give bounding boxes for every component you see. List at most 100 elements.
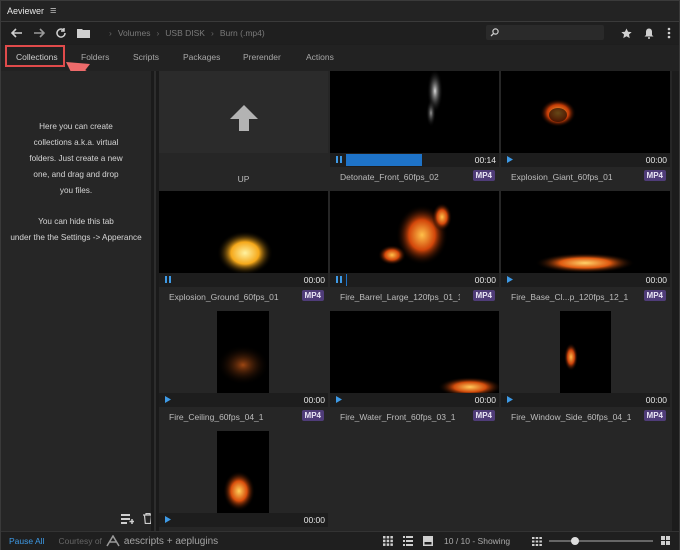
tab-packages[interactable]: Packages <box>183 52 220 62</box>
search-icon <box>490 28 499 37</box>
up-thumbnail <box>159 71 328 153</box>
playback-bar[interactable]: 00:00 <box>330 393 499 407</box>
help-line: one, and drag and drop <box>33 170 119 179</box>
video-thumbnail <box>330 311 499 393</box>
refresh-icon[interactable] <box>53 25 69 41</box>
video-thumbnail <box>159 311 328 393</box>
collections-sidebar: Here you can create collections a.k.a. v… <box>1 71 153 531</box>
media-tile[interactable]: 00:00 Explosion_Giant_60fps_01 MP4 <box>501 71 670 188</box>
tile-name: Fire_Water_Front_60fps_03_1 <box>340 412 456 422</box>
breadcrumb-item[interactable]: Volumes <box>118 28 151 38</box>
help-line: You can hide this tab <box>38 217 114 226</box>
format-badge: MP4 <box>643 170 666 181</box>
media-tile[interactable]: 00:14 Detonate_Front_60fps_02 MP4 <box>330 71 499 188</box>
format-badge: MP4 <box>643 290 666 301</box>
aescripts-logo-icon <box>106 535 120 547</box>
play-icon[interactable] <box>165 396 171 403</box>
tab-scripts[interactable]: Scripts <box>133 52 159 62</box>
media-tile[interactable]: 00:00 Fire_Water_Front_60fps_03_1 MP4 <box>330 311 499 428</box>
video-thumbnail <box>330 71 499 153</box>
back-arrow-icon[interactable] <box>9 25 25 41</box>
grid-large-view-icon[interactable] <box>383 536 393 546</box>
tile-name: Explosion_Giant_60fps_01 <box>511 172 613 182</box>
format-badge: MP4 <box>301 410 324 421</box>
progress-bar[interactable] <box>346 154 422 166</box>
media-tile[interactable]: 00:00 Fire_Ceiling_60fps_04_1 MP4 <box>159 311 328 428</box>
courtesy-label: Courtesy of <box>58 536 102 546</box>
thumbnail-size-icon <box>532 537 542 546</box>
play-icon[interactable] <box>165 516 171 523</box>
playback-bar[interactable]: 00:00 <box>501 393 670 407</box>
slider-knob[interactable] <box>571 537 579 545</box>
breadcrumb: › Volumes › USB DISK › Burn (.mp4) <box>109 28 265 38</box>
title-bar: Aeviewer ≡ <box>1 1 679 22</box>
media-tile[interactable]: 00:00 Fire_Window_Side_60fps_04_1 MP4 <box>501 311 670 428</box>
app-title: Aeviewer <box>7 6 45 16</box>
help-line: folders. Just create a new <box>29 154 123 163</box>
pause-all-button[interactable]: Pause All <box>9 536 44 546</box>
help-line <box>1 199 151 214</box>
media-tile[interactable]: 00:00 Explosion_Ground_60fps_01 MP4 <box>159 191 328 308</box>
pause-icon[interactable] <box>336 276 342 283</box>
playback-bar[interactable]: 00:14 <box>330 153 499 167</box>
playback-bar[interactable]: 00:00 <box>159 513 328 527</box>
toolbar: › Volumes › USB DISK › Burn (.mp4) <box>1 22 679 44</box>
forward-arrow-icon[interactable] <box>31 25 47 41</box>
breadcrumb-item[interactable]: Burn (.mp4) <box>220 28 265 38</box>
time-code: 00:00 <box>474 395 496 405</box>
status-bar: Pause All Courtesy of aescripts + aeplug… <box>1 531 679 550</box>
video-thumbnail <box>501 311 670 393</box>
progress-bar[interactable] <box>346 274 347 286</box>
play-icon[interactable] <box>507 276 513 283</box>
pause-icon[interactable] <box>165 276 171 283</box>
breadcrumb-item[interactable]: USB DISK <box>165 28 205 38</box>
play-icon[interactable] <box>507 396 513 403</box>
tab-actions[interactable]: Actions <box>306 52 334 62</box>
playback-bar[interactable]: 00:00 <box>330 273 499 287</box>
single-view-icon[interactable] <box>423 536 433 546</box>
time-code: 00:00 <box>645 155 667 165</box>
play-icon[interactable] <box>507 156 513 163</box>
up-tile[interactable]: UP <box>159 71 328 188</box>
video-thumbnail <box>159 431 328 513</box>
format-badge: MP4 <box>472 410 495 421</box>
video-thumbnail <box>159 191 328 273</box>
showing-count: 10 / 10 - Showing <box>444 536 511 546</box>
playback-bar[interactable]: 00:00 <box>159 273 328 287</box>
thumbnail-size-slider[interactable] <box>549 537 653 545</box>
media-tile[interactable]: 00:00 Fire_Barrel_Large_120fps_01_1 MP4 <box>330 191 499 308</box>
format-badge: MP4 <box>301 290 324 301</box>
format-badge: MP4 <box>472 170 495 181</box>
search-input[interactable] <box>486 25 604 40</box>
playback-bar[interactable]: 00:00 <box>501 273 670 287</box>
time-code: 00:00 <box>645 395 667 405</box>
media-tile[interactable]: 00:00 Fire_Base_Cl...p_120fps_12_1 MP4 <box>501 191 670 308</box>
large-thumbnail-icon <box>661 536 670 545</box>
help-line: you files. <box>59 186 93 195</box>
tab-prerender[interactable]: Prerender <box>243 52 281 62</box>
list-view-icon[interactable] <box>403 536 413 546</box>
playback-bar[interactable]: 00:00 <box>501 153 670 167</box>
more-options-icon[interactable] <box>661 25 677 41</box>
time-code: 00:00 <box>474 275 496 285</box>
time-code: 00:00 <box>303 275 325 285</box>
format-badge: MP4 <box>643 410 666 421</box>
tile-name: Fire_Ceiling_60fps_04_1 <box>169 412 264 422</box>
help-line: Here you can create <box>39 122 113 131</box>
hamburger-menu-icon[interactable]: ≡ <box>50 5 56 17</box>
panel-splitter[interactable] <box>151 71 159 531</box>
add-collection-icon[interactable] <box>121 513 135 526</box>
time-code: 00:14 <box>474 155 496 165</box>
star-icon[interactable] <box>618 25 634 41</box>
tile-name: Detonate_Front_60fps_02 <box>340 172 439 182</box>
pause-icon[interactable] <box>336 156 342 163</box>
play-icon[interactable] <box>336 396 342 403</box>
bell-icon[interactable] <box>641 25 657 41</box>
video-thumbnail <box>330 191 499 273</box>
playback-bar[interactable]: 00:00 <box>159 393 328 407</box>
folder-icon[interactable] <box>75 25 91 41</box>
tile-name: UP <box>237 174 250 184</box>
grid-scrollbar[interactable] <box>672 71 679 531</box>
media-grid: UP 00:14 Detonate_Front_60fps_02 MP4 00:… <box>159 71 672 548</box>
format-badge: MP4 <box>472 290 495 301</box>
